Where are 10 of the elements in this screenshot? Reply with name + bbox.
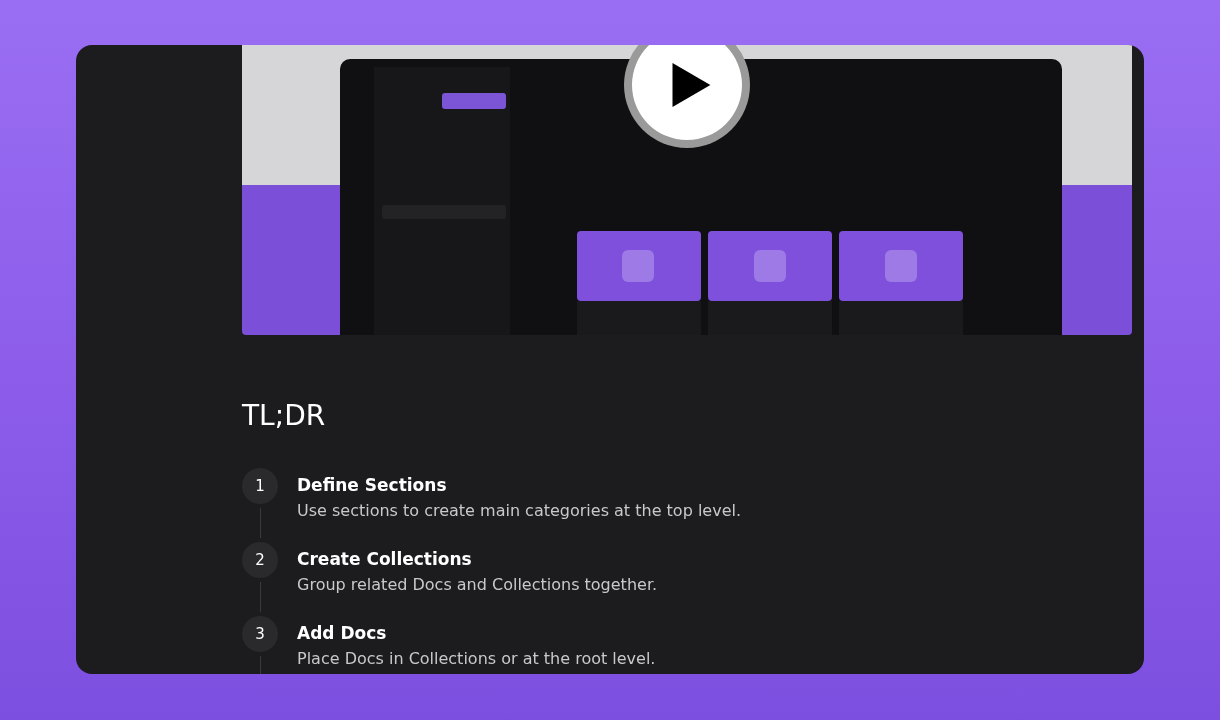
step-number: 2 xyxy=(242,542,278,578)
step-description: Use sections to create main categories at the top level. xyxy=(297,500,741,522)
step-title: Create Collections xyxy=(297,548,473,571)
step-title: Define Sections xyxy=(297,474,448,497)
step-title: Add Docs xyxy=(297,622,388,645)
step-description: Group related Docs and Collections together. xyxy=(297,574,658,596)
step-description: Place Docs in Collections or at the root level. xyxy=(297,648,656,670)
step-number: 1 xyxy=(242,468,278,504)
step-number: 3 xyxy=(242,616,278,652)
section-heading: TL;DR xyxy=(242,399,327,433)
